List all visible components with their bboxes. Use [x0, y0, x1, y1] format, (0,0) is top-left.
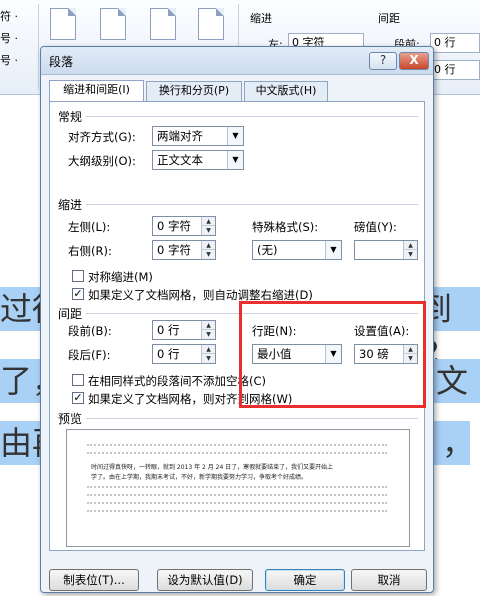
outline-level-value: 正文文本: [157, 153, 203, 167]
spin-down-icon[interactable]: ▼: [202, 226, 215, 235]
left-indent-label: 左侧(L):: [68, 220, 111, 234]
space-after-value: 0 行: [157, 347, 180, 361]
spinner-buttons: ▲ ▼: [201, 345, 215, 363]
preview-next-paragraph: [87, 486, 387, 492]
dropdown-arrow-icon: ▼: [227, 127, 243, 145]
spin-up-icon[interactable]: ▲: [202, 321, 215, 330]
dropdown-arrow-icon: ▼: [227, 151, 243, 169]
space-before-value: 0 行: [157, 323, 180, 337]
snap-to-grid-checkbox[interactable]: ✓: [72, 392, 84, 404]
no-space-same-style-checkbox[interactable]: [72, 374, 84, 386]
spinner-buttons: ▲ ▼: [403, 241, 417, 259]
right-indent-value: 0 字符: [157, 243, 191, 257]
set-default-button[interactable]: 设为默认值(D): [157, 569, 253, 591]
tab-line-page-breaks[interactable]: 换行和分页(P): [146, 81, 242, 101]
alignment-dropdown[interactable]: 两端对齐 ▼: [152, 126, 244, 146]
ribbon-left-item[interactable]: 符 ·: [0, 6, 18, 28]
doc-text-right: ，: [442, 424, 475, 462]
blank-page-icon[interactable]: [198, 8, 224, 40]
page-border-icon[interactable]: [150, 8, 176, 40]
preview-next-paragraph: [87, 502, 387, 508]
general-heading: 常规: [58, 110, 83, 124]
spin-down-icon[interactable]: ▼: [202, 330, 215, 339]
preview-prev-paragraph: [87, 444, 387, 450]
ribbon-spacing-label: 间距: [378, 12, 400, 25]
dialog-title: 段落: [49, 55, 74, 69]
dropdown-arrow-icon: ▼: [325, 241, 341, 259]
group-divider: [86, 418, 418, 419]
ribbon-left-item[interactable]: 号 ·: [0, 28, 18, 50]
mirror-indent-label: 对称缩进(M): [88, 270, 153, 284]
space-after-label: 段后(F):: [68, 348, 111, 362]
tab-indent-spacing[interactable]: 缩进和间距(I): [49, 80, 144, 101]
tabs-button[interactable]: 制表位(T)...: [49, 569, 139, 591]
doc-text-right: 文: [436, 362, 469, 400]
alignment-value: 两端对齐: [157, 129, 203, 143]
page-icon[interactable]: [50, 8, 76, 40]
space-after-spinner[interactable]: 0 行 ▲ ▼: [152, 344, 216, 364]
preview-heading: 预览: [58, 412, 83, 426]
tab-asian-typography[interactable]: 中文版式(H): [244, 81, 328, 101]
spin-up-icon[interactable]: ▲: [202, 241, 215, 250]
spinner-buttons: ▲ ▼: [201, 241, 215, 259]
outline-level-label: 大纲级别(O):: [68, 154, 136, 168]
special-format-label: 特殊格式(S):: [252, 220, 319, 234]
preview-prev-paragraph: [87, 452, 387, 458]
space-before-spinner[interactable]: 0 行 ▲ ▼: [152, 320, 216, 340]
right-indent-label: 右侧(R):: [68, 244, 112, 258]
spinner-buttons: ▲ ▼: [201, 321, 215, 339]
preview-box: 时间过得真快呀，一转眼，就到 2013 年 2 月 24 日了，寒假就要结束了，…: [66, 429, 410, 547]
preview-next-paragraph: [87, 494, 387, 500]
ribbon-after-field[interactable]: 0 行: [430, 60, 480, 80]
ribbon-indent-label: 缩进: [250, 12, 272, 25]
page-color-icon[interactable]: [100, 8, 126, 40]
alignment-label: 对齐方式(G):: [68, 130, 136, 144]
special-format-value: (无): [257, 243, 278, 257]
dialog-titlebar[interactable]: 段落 ? X: [41, 47, 433, 75]
close-button[interactable]: X: [399, 52, 429, 70]
group-divider: [86, 116, 418, 117]
auto-adjust-checkbox[interactable]: ✓: [72, 288, 84, 300]
spin-up-icon[interactable]: ▲: [202, 345, 215, 354]
spinner-buttons: ▲ ▼: [201, 217, 215, 235]
spin-up-icon[interactable]: ▲: [404, 241, 417, 250]
indent-heading: 缩进: [58, 198, 83, 212]
annotation-highlight-box: [239, 301, 426, 408]
ribbon-separator: [38, 4, 39, 90]
preview-next-paragraph: [87, 510, 387, 516]
special-format-dropdown[interactable]: (无) ▼: [252, 240, 342, 260]
left-indent-spinner[interactable]: 0 字符 ▲ ▼: [152, 216, 216, 236]
right-indent-spinner[interactable]: 0 字符 ▲ ▼: [152, 240, 216, 260]
spin-up-icon[interactable]: ▲: [202, 217, 215, 226]
help-button[interactable]: ?: [369, 52, 397, 70]
spin-down-icon[interactable]: ▼: [202, 354, 215, 363]
space-before-label: 段前(B):: [68, 324, 112, 338]
group-divider: [86, 204, 418, 205]
outline-level-dropdown[interactable]: 正文文本 ▼: [152, 150, 244, 170]
preview-sample-text: 学了。由在上学期，我期末考试，不好，新学期我要努力学习，争取考个好成绩。: [91, 474, 308, 481]
ok-button[interactable]: 确定: [265, 569, 345, 591]
by-spinner[interactable]: ▲ ▼: [354, 240, 418, 260]
ribbon-before-field[interactable]: 0 行: [430, 33, 480, 53]
ribbon-left-group: 符 · 号 · 号 ·: [0, 6, 18, 72]
preview-sample-text: 时间过得真快呀，一转眼，就到 2013 年 2 月 24 日了，寒假就要结束了，…: [91, 464, 334, 471]
ribbon-left-item[interactable]: 号 ·: [0, 50, 18, 72]
by-label: 磅值(Y):: [354, 220, 397, 234]
mirror-indent-checkbox[interactable]: [72, 270, 84, 282]
spin-down-icon[interactable]: ▼: [404, 250, 417, 259]
spin-down-icon[interactable]: ▼: [202, 250, 215, 259]
spacing-heading: 间距: [58, 307, 83, 321]
cancel-button[interactable]: 取消: [351, 569, 427, 591]
left-indent-value: 0 字符: [157, 219, 191, 233]
